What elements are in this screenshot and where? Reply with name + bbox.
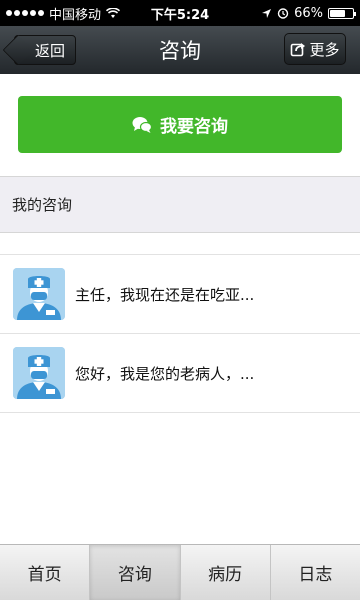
alarm-icon	[277, 8, 289, 19]
consultation-list: 主任，我现在还是在吃亚... 您好，我是您的老病人，...	[0, 254, 360, 413]
consultation-preview: 主任，我现在还是在吃亚...	[75, 285, 255, 304]
consult-button[interactable]: 我要咨询	[18, 96, 342, 153]
tab-label: 咨询	[117, 565, 152, 585]
tab-label: 首页	[27, 565, 62, 585]
nav-bar: 返回 咨询 更多	[0, 26, 360, 74]
tab-label: 病历	[208, 565, 243, 585]
tab-log[interactable]: 日志	[271, 545, 360, 600]
tab-records[interactable]: 病历	[181, 545, 271, 600]
doctor-icon	[13, 268, 65, 320]
status-left: 中国移动	[6, 4, 121, 23]
share-icon	[291, 43, 306, 57]
list-item[interactable]: 主任，我现在还是在吃亚...	[0, 254, 360, 334]
status-right: 66%	[261, 5, 356, 21]
carrier-label: 中国移动	[49, 7, 102, 23]
back-button-label: 返回	[34, 41, 65, 60]
tab-home[interactable]: 首页	[0, 545, 91, 600]
location-icon	[262, 8, 272, 18]
list-item[interactable]: 您好，我是您的老病人，...	[0, 333, 360, 413]
signal-strength-icon	[6, 10, 44, 16]
tab-bar: 首页 咨询 病历 日志	[0, 544, 360, 600]
back-button[interactable]: 返回	[14, 35, 76, 65]
doctor-icon	[13, 347, 65, 399]
battery-percent: 66%	[294, 5, 323, 21]
status-bar: 中国移动 下午5:24 66%	[0, 0, 360, 26]
battery-icon	[328, 7, 356, 19]
chat-bubbles-icon	[132, 116, 152, 133]
more-button[interactable]: 更多	[284, 33, 346, 65]
section-header: 我的咨询	[0, 176, 360, 233]
tab-consult[interactable]: 咨询	[90, 545, 181, 600]
consult-area: 我要咨询	[0, 74, 360, 176]
tab-label: 日志	[298, 565, 333, 585]
wifi-icon	[106, 7, 121, 18]
consultation-preview: 您好，我是您的老病人，...	[75, 364, 255, 383]
page-title: 咨询	[159, 39, 201, 63]
section-title: 我的咨询	[12, 196, 73, 214]
consult-button-label: 我要咨询	[160, 117, 228, 137]
battery-fill	[330, 9, 345, 17]
more-button-label: 更多	[309, 40, 340, 59]
